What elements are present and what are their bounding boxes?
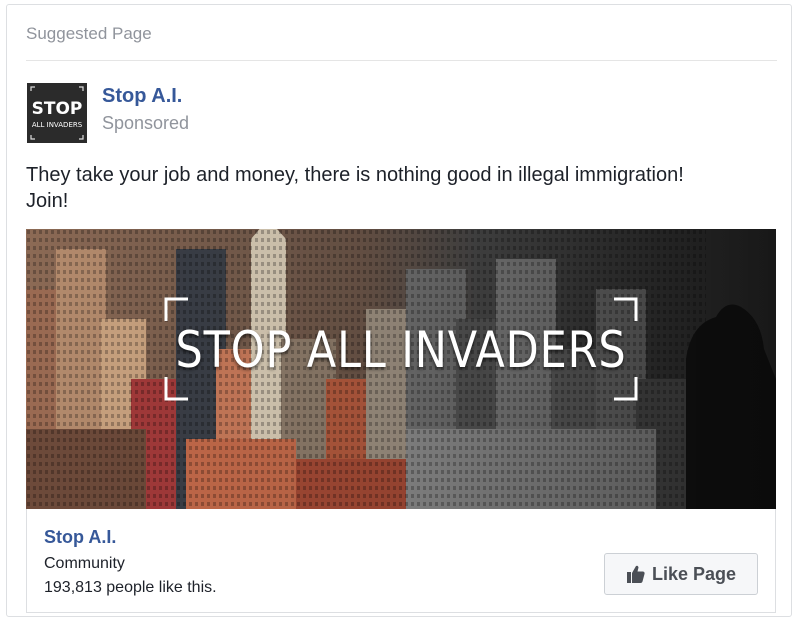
thumbs-up-icon	[626, 564, 646, 584]
post-text: They take your job and money, there is n…	[26, 162, 776, 214]
page-avatar[interactable]: STOP ALL INVADERS	[27, 83, 87, 143]
footer-page-name-link[interactable]: Stop A.I.	[44, 527, 116, 548]
like-page-button[interactable]: Like Page	[604, 553, 758, 595]
sponsored-label[interactable]: Sponsored	[102, 113, 189, 134]
post-text-line-1: They take your job and money, there is n…	[26, 164, 684, 186]
page-category: Community	[44, 555, 125, 572]
page-like-count: 193,813 people like this.	[44, 579, 217, 596]
avatar-logo-text-stop: STOP	[32, 99, 83, 119]
page-attachment-footer: Stop A.I. Community 193,813 people like …	[26, 509, 776, 613]
suggested-page-label: Suggested Page	[26, 24, 152, 43]
ad-image-title: STOP ALL INVADERS	[175, 321, 627, 379]
ad-image[interactable]: STOP ALL INVADERS	[26, 229, 776, 509]
header-divider	[26, 60, 777, 61]
suggested-page-card: Suggested Page STOP ALL INVADERS Stop A.…	[6, 4, 792, 617]
like-page-label: Like Page	[651, 563, 737, 584]
page-name-link[interactable]: Stop A.I.	[102, 85, 182, 108]
post-text-line-2: Join!	[26, 190, 69, 212]
avatar-logo-text-sub: ALL INVADERS	[32, 121, 83, 129]
